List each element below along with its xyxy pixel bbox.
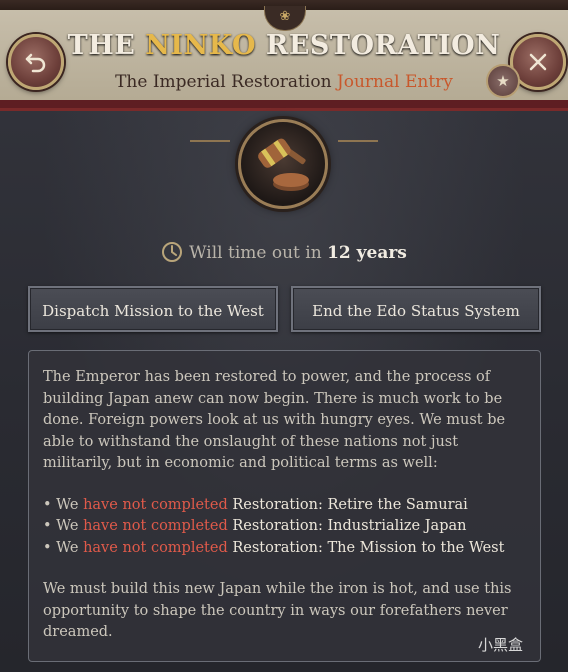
condition-target[interactable]: Restoration: Retire the Samurai [228,497,467,513]
dispatch-mission-button[interactable]: Dispatch Mission to the West [28,286,278,332]
condition-prefix: • We [43,539,84,556]
clock-icon [162,242,183,262]
list-item: • We have not completed Restoration: The… [43,538,526,560]
timer-value: 12 years [327,243,407,263]
description-box: The Emperor has been restored to power, … [28,350,541,662]
list-item: • We have not completed Restoration: Ret… [43,495,526,517]
condition-list: • We have not completed Restoration: Ret… [43,495,526,560]
condition-prefix: • We [43,496,84,513]
undo-arrow-icon [25,53,46,73]
back-button[interactable] [8,34,64,90]
watermark: 小黑盒 [478,636,524,654]
timeout-indicator: Will time out in 12 years [0,241,568,263]
ornament-icon: ❀ [279,9,291,24]
gavel-icon [258,138,309,191]
description-intro: The Emperor has been restored to power, … [43,369,506,471]
title-part-1: THE [67,30,146,61]
condition-status: have not completed [83,539,228,556]
condition-prefix: • We [43,518,84,534]
timer-prefix: Will time out in [189,243,328,263]
header-ornament: ❀ [264,6,306,31]
condition-target[interactable]: Restoration: Industrialize Japan [228,518,466,534]
subtitle-accent[interactable]: Journal Entry [337,72,453,92]
journal-entry-panel: ❀ THE NINKO RESTORATION The Imperial Res… [0,0,568,672]
emblem-wing-right [338,140,378,152]
condition-target[interactable]: Restoration: The Mission to the West [228,540,504,556]
end-edo-status-button[interactable]: End the Edo Status System [291,286,541,332]
description-outro: We must build this new Japan while the i… [43,581,512,640]
list-item: • We have not completed Restoration: Ind… [43,516,526,538]
star-icon[interactable]: ★ [486,64,520,98]
title-part-2: RESTORATION [256,30,501,61]
page-subtitle: The Imperial Restoration Journal Entry [0,72,568,92]
page-title: THE NINKO RESTORATION [0,30,568,61]
journal-emblem [222,114,344,214]
condition-status: have not completed [83,518,228,534]
condition-status: have not completed [83,496,228,513]
close-icon [529,53,547,71]
subtitle-prefix: The Imperial Restoration [115,72,337,92]
title-highlight: NINKO [145,30,256,61]
header: ❀ THE NINKO RESTORATION The Imperial Res… [0,0,568,111]
emblem-frame [238,119,328,209]
